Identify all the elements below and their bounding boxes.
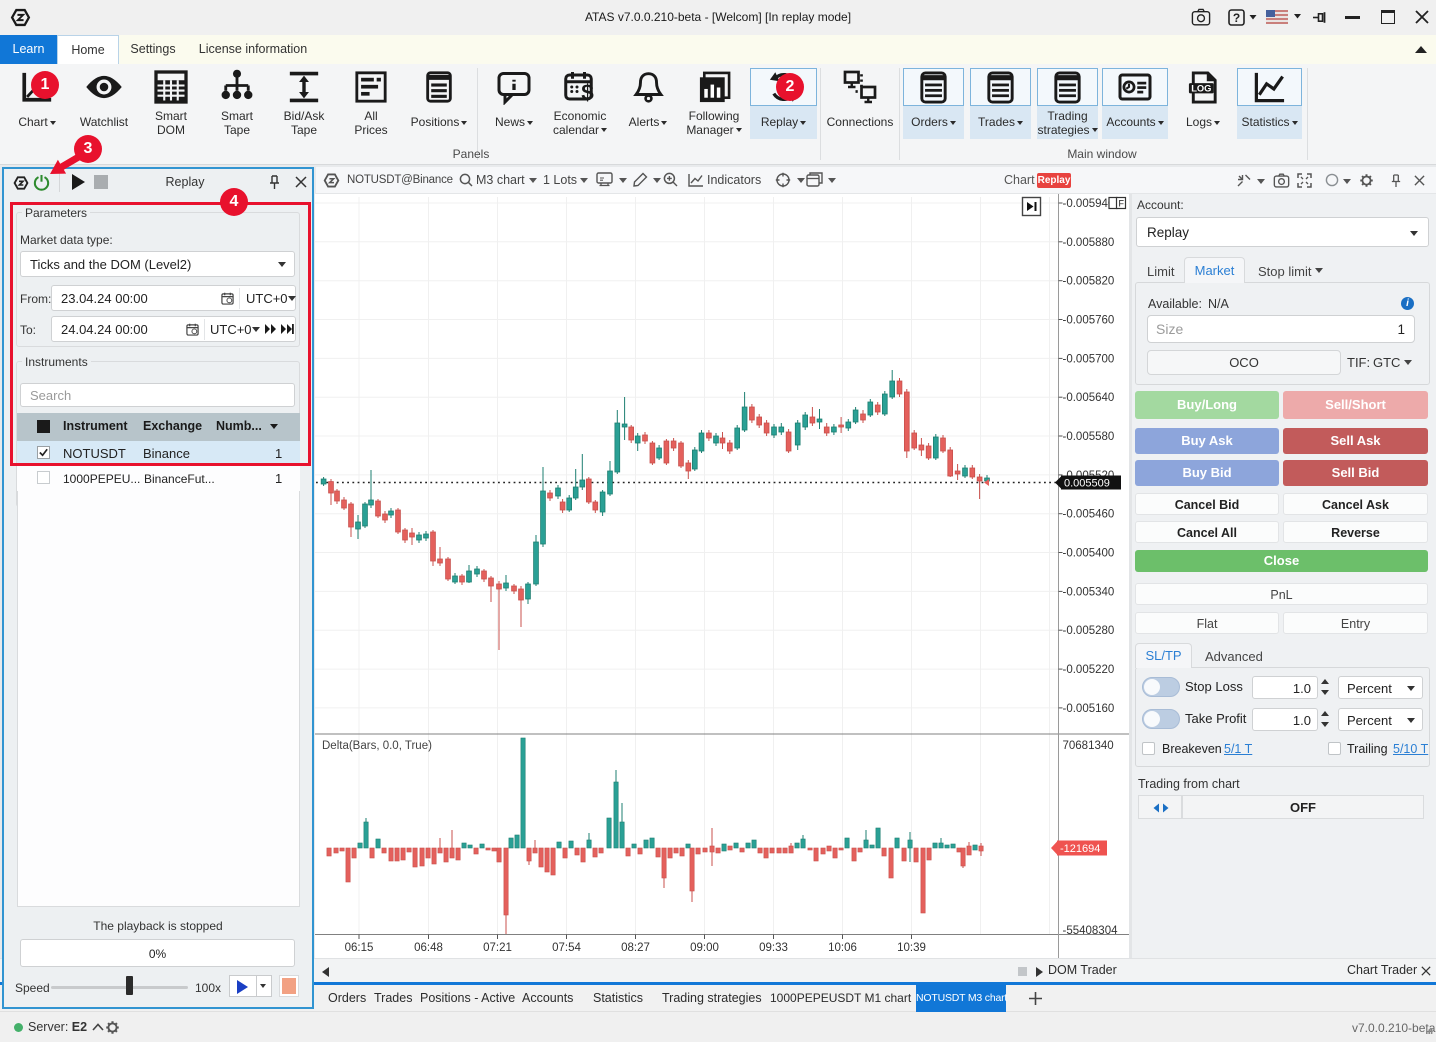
svg-text:09:00: 09:00 [690,942,719,954]
svg-text:-0.005220: -0.005220 [1063,664,1115,676]
svg-text:LOG: LOG [1191,83,1211,93]
svg-text:06:48: 06:48 [414,942,443,954]
svg-text:06:15: 06:15 [345,942,374,954]
svg-text:07:21: 07:21 [483,942,512,954]
svg-text:-0.005820: -0.005820 [1063,276,1115,288]
svg-text:-121694: -121694 [1060,843,1100,855]
svg-text:0.005509: 0.005509 [1064,478,1110,490]
svg-text:-0.005160: -0.005160 [1063,703,1115,715]
svg-text:10:39: 10:39 [897,942,926,954]
svg-text:-0.005640: -0.005640 [1063,392,1115,404]
svg-text:-0.005880: -0.005880 [1063,237,1115,249]
svg-text:70681340: 70681340 [1063,740,1114,752]
svg-text:Delta(Bars, 0.0, True): Delta(Bars, 0.0, True) [322,740,432,752]
svg-text:08:27: 08:27 [621,942,650,954]
svg-text:F: F [1119,199,1125,209]
svg-text:-0.005700: -0.005700 [1063,353,1115,365]
svg-text:-0.005940: -0.005940 [1063,198,1115,210]
svg-text:10:06: 10:06 [828,942,857,954]
svg-text:-0.005760: -0.005760 [1063,315,1115,327]
svg-text:-0.005280: -0.005280 [1063,625,1115,637]
svg-text:-0.005460: -0.005460 [1063,509,1115,521]
svg-text:-0.005340: -0.005340 [1063,586,1115,598]
svg-text:$: $ [581,80,594,105]
svg-text:09:33: 09:33 [759,942,788,954]
svg-text:?: ? [1233,11,1240,25]
svg-text:07:54: 07:54 [552,942,581,954]
svg-text:-0.005400: -0.005400 [1063,548,1115,560]
svg-text:-55408304: -55408304 [1063,925,1119,937]
svg-text:-0.005580: -0.005580 [1063,431,1115,443]
